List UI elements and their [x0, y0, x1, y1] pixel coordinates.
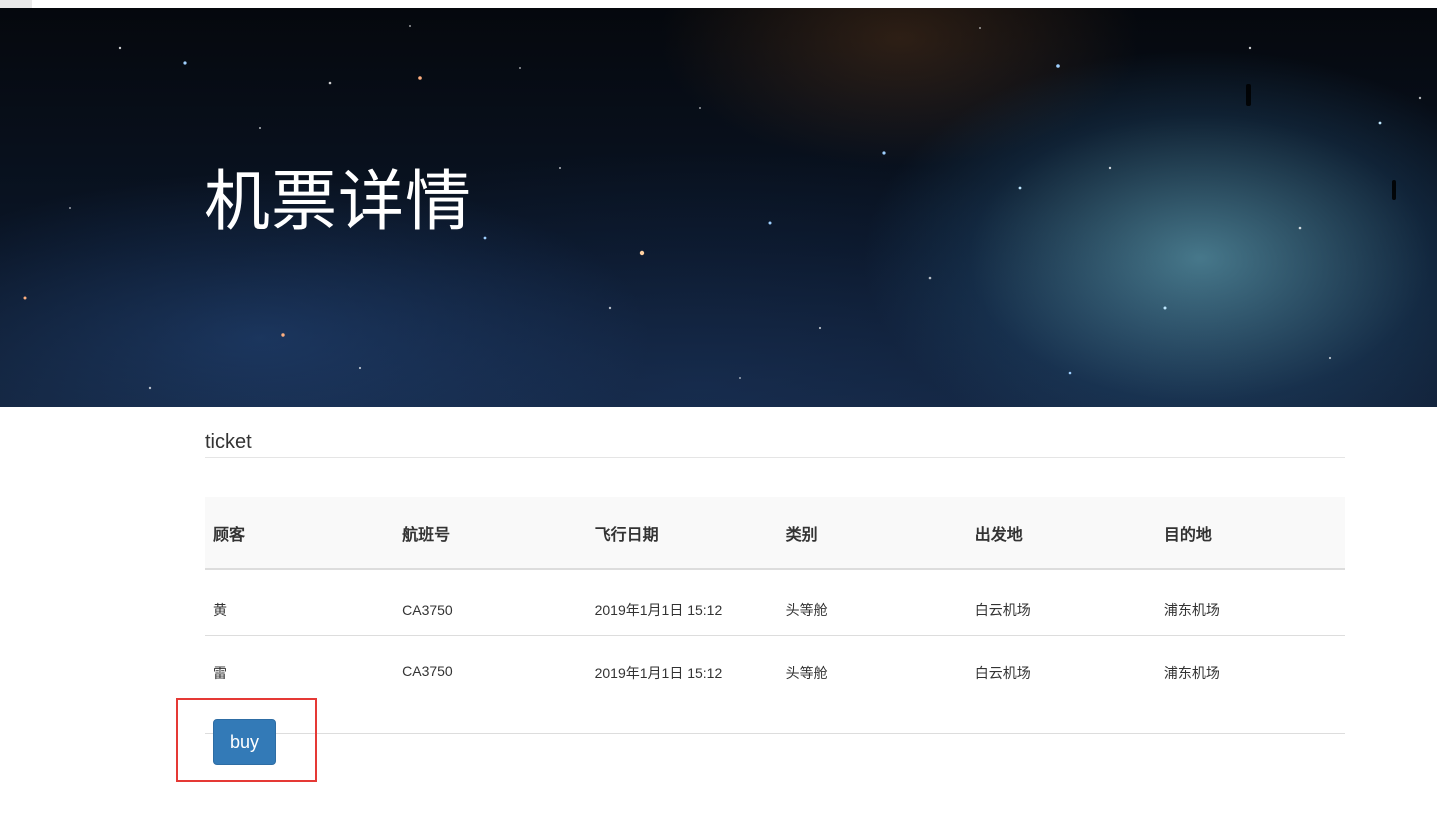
- section-title: ticket: [205, 431, 252, 453]
- table-row: 黄 CA3750 2019年1月1日 15:12 头等舱 白云机场 浦东机场: [205, 569, 1345, 636]
- top-strip: [0, 0, 1437, 8]
- cell-customer: 黄: [205, 569, 395, 636]
- buy-button[interactable]: buy: [213, 719, 276, 765]
- cell-flight-date: 2019年1月1日 15:12: [586, 635, 778, 734]
- table-row: 雷 CA3750 2019年1月1日 15:12 头等舱 白云机场 浦东机场: [205, 635, 1345, 734]
- cell-origin: 白云机场: [966, 569, 1156, 636]
- section-divider: [205, 457, 1345, 458]
- header-origin: 出发地: [966, 497, 1156, 570]
- ticket-section: ticket 顾客 航班号 飞行日期 类别 出发地 目的地 黄 CA3750 2…: [205, 407, 1345, 734]
- cell-origin: 白云机场: [966, 635, 1156, 734]
- cell-flight-number: CA3750: [394, 569, 587, 636]
- hero-banner: 机票详情: [0, 8, 1437, 407]
- cell-flight-number: CA3750: [394, 635, 587, 734]
- cell-destination: 浦东机场: [1155, 635, 1345, 734]
- header-destination: 目的地: [1155, 497, 1345, 570]
- header-flight-date: 飞行日期: [586, 497, 778, 570]
- header-class: 类别: [777, 497, 967, 570]
- top-corner: [0, 0, 32, 8]
- cell-class: 头等舱: [777, 635, 967, 734]
- header-customer: 顾客: [205, 497, 395, 570]
- page-title: 机票详情: [204, 164, 472, 238]
- ticket-table: 顾客 航班号 飞行日期 类别 出发地 目的地 黄 CA3750 2019年1月1…: [205, 497, 1345, 734]
- header-flight-number: 航班号: [394, 497, 587, 570]
- cell-class: 头等舱: [777, 569, 967, 636]
- cell-destination: 浦东机场: [1155, 569, 1345, 636]
- cell-flight-date: 2019年1月1日 15:12: [586, 569, 778, 636]
- table-header-row: 顾客 航班号 飞行日期 类别 出发地 目的地: [205, 497, 1345, 570]
